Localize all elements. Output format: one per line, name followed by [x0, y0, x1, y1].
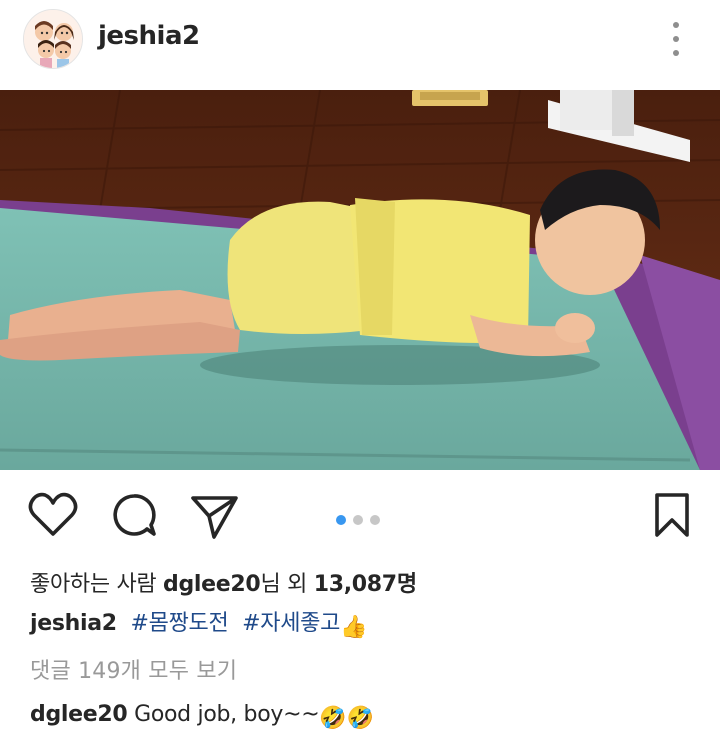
- post-image: [0, 90, 720, 470]
- comment-username[interactable]: dglee20: [30, 702, 128, 727]
- more-options-button[interactable]: [666, 22, 686, 58]
- avatar[interactable]: [23, 9, 83, 69]
- carousel-indicator: [336, 509, 387, 525]
- post-header: jeshia2: [0, 0, 720, 90]
- heart-icon[interactable]: [28, 492, 78, 538]
- view-all-comments-link[interactable]: 댓글 149개 모두 보기: [30, 653, 237, 685]
- post-username[interactable]: jeshia2: [98, 21, 200, 51]
- thumbs-up-emoji: 👍: [340, 615, 368, 640]
- comment-text: Good job, boy~~: [134, 702, 320, 727]
- caption-username[interactable]: jeshia2: [30, 611, 117, 636]
- comment-icon[interactable]: [110, 492, 158, 540]
- paper-plane-icon[interactable]: [190, 494, 240, 540]
- carousel-dot-active: [336, 514, 346, 525]
- action-bar: [0, 470, 720, 562]
- carousel-dot: [370, 514, 380, 525]
- likes-suffix: 명: [396, 572, 417, 597]
- likes-middle: 님 외: [260, 572, 314, 597]
- comment-row: dglee20 Good job, boy~~🤣🤣: [30, 702, 374, 731]
- carousel-dot: [353, 514, 363, 525]
- likes-count: 13,087: [313, 572, 397, 597]
- more-vertical-icon: [673, 22, 679, 28]
- likes-prefix: 좋아하는 사람: [30, 572, 164, 597]
- likes-summary[interactable]: 좋아하는 사람 dglee20님 외 13,087명: [30, 566, 417, 598]
- post-caption: jeshia2 #몸짱도전 #자세좋고👍: [30, 605, 367, 640]
- bookmark-icon[interactable]: [654, 492, 690, 538]
- laughing-emoji: 🤣🤣: [319, 706, 374, 731]
- family-cartoon-avatar-icon: [24, 10, 82, 68]
- post-photo[interactable]: [0, 90, 720, 470]
- likes-user[interactable]: dglee20: [163, 572, 261, 597]
- hashtag[interactable]: #자세좋고: [242, 611, 340, 636]
- hashtag[interactable]: #몸짱도전: [131, 611, 229, 636]
